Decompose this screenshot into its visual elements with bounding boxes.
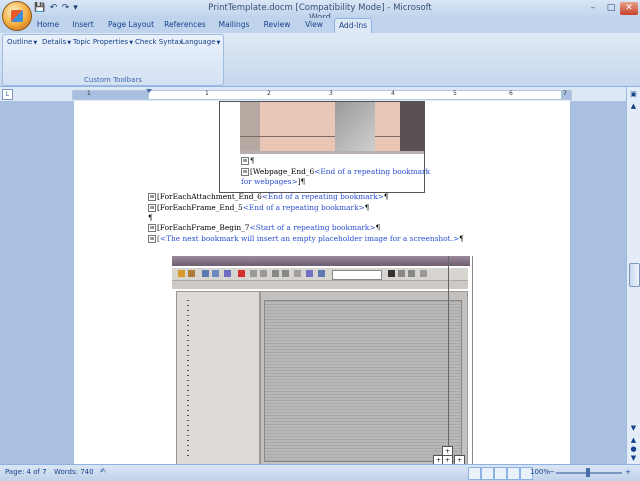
bookmark-frame-begin[interactable]: ⊞ [ForEachFrame_Begin_7<Start of a repeat… (148, 223, 380, 232)
topic-properties-menu[interactable]: Topic Properties▼ (73, 38, 133, 46)
page-count[interactable]: Page: 4 of 7 (5, 468, 47, 476)
ruler-view-icon[interactable]: ▣ (628, 89, 639, 100)
details-menu[interactable]: Details▼ (42, 38, 71, 46)
embedded-image-1[interactable]: ⊞ ¶ ⊞ [Webpage_End_6<End of a repeating bo… (219, 101, 430, 193)
image-left-pane (176, 291, 260, 465)
topic-properties-label: Topic Properties (73, 38, 129, 46)
minimize-button[interactable]: – (584, 2, 602, 15)
chevron-down-icon: ▼ (33, 40, 38, 46)
anchor-icon: ⊞ (148, 193, 156, 201)
scroll-down-button[interactable]: ▼ (628, 423, 639, 434)
qat-customize-icon[interactable]: ▾ (70, 3, 81, 14)
outline-menu[interactable]: Outline▼ (7, 38, 37, 46)
anchor-line: ⊞ ¶ (241, 156, 255, 165)
image-preview (240, 102, 424, 154)
tab-view[interactable]: View (300, 18, 328, 32)
tab-mailings[interactable]: Mailings (214, 18, 254, 32)
ruler-number: 3 (329, 90, 333, 97)
details-menu-label: Details (42, 38, 67, 46)
outline-view-button[interactable] (507, 467, 520, 480)
chevron-down-icon: ▼ (67, 40, 72, 46)
image-titlebar (172, 256, 470, 266)
tab-home[interactable]: Home (34, 18, 62, 32)
image-toolbar (172, 268, 468, 281)
tab-selector-icon[interactable]: L (2, 89, 13, 100)
tab-add-ins[interactable]: Add-Ins (334, 18, 372, 33)
print-layout-view-button[interactable] (468, 467, 481, 480)
placeholder-note[interactable]: ⊞ [<The next bookmark will insert an empt… (148, 234, 464, 243)
anchor-icon: ⊞ (148, 204, 156, 212)
proofing-icon[interactable]: ✍ (100, 467, 106, 475)
full-screen-reading-button[interactable] (481, 467, 494, 480)
office-button[interactable] (2, 1, 32, 31)
bookmark-webpage-end-cont: for webpages>]¶ (241, 177, 306, 186)
zoom-slider-thumb[interactable] (586, 468, 590, 477)
web-layout-button[interactable] (494, 467, 507, 480)
indent-marker[interactable] (146, 89, 152, 93)
ruler-number: 5 (453, 90, 457, 97)
word-count[interactable]: Words: 740 (54, 468, 94, 476)
ruler-number: 6 (509, 90, 513, 97)
ruler-left-margin (73, 91, 149, 99)
embedded-screenshot-image[interactable]: + + + + (172, 256, 473, 466)
tab-references[interactable]: References (162, 18, 208, 32)
custom-toolbars-group: Outline▼ Details▼ Topic Properties▼ Chec… (2, 34, 224, 86)
office-logo-icon (11, 10, 23, 22)
maximize-button[interactable]: □ (602, 2, 620, 15)
scroll-thumb[interactable] (629, 263, 640, 287)
bookmark-frame-end[interactable]: ⊞ [ForEachFrame_End_5<End of a repeating … (148, 203, 369, 212)
check-syntax-button[interactable]: Check Syntax (135, 38, 183, 46)
tab-insert[interactable]: Insert (68, 18, 98, 32)
status-bar: Page: 4 of 7 Words: 740 ✍ 100% − + (0, 464, 640, 481)
language-menu-label: Language (181, 38, 216, 46)
scroll-up-button[interactable]: ▲ (628, 101, 639, 112)
zoom-out-button[interactable]: − (549, 468, 555, 476)
ribbon-tabs: Home Insert Page Layout References Maili… (0, 18, 640, 33)
undo-icon[interactable]: ↶ (48, 3, 59, 14)
anchor-icon: ⊞ (148, 235, 156, 243)
ribbon: Outline▼ Details▼ Topic Properties▼ Chec… (0, 33, 640, 87)
vertical-scrollbar[interactable]: ▣ ▲ ▼ ▲ ● ▼ (626, 87, 640, 464)
ruler-number: 4 (391, 90, 395, 97)
ruler-bar: L 1 1 2 3 4 5 6 7 (0, 87, 640, 101)
close-button[interactable]: ✕ (620, 2, 638, 15)
tab-page-layout[interactable]: Page Layout (104, 18, 158, 32)
empty-paragraph[interactable]: ¶ (148, 213, 153, 222)
tab-review[interactable]: Review (260, 18, 294, 32)
ruler-number: 1 (205, 90, 209, 97)
ruler-number: 7 (563, 90, 567, 97)
ruler-number: 1 (87, 90, 91, 97)
save-icon[interactable]: 💾 (34, 3, 45, 14)
anchor-icon: ⊞ (148, 224, 156, 232)
horizontal-ruler[interactable]: 1 1 2 3 4 5 6 7 (72, 89, 572, 100)
next-page-button[interactable]: ▼ (628, 453, 639, 464)
bookmark-webpage-end: ⊞ [Webpage_End_6<End of a repeating bookm… (241, 167, 431, 176)
anchor-icon: ⊞ (241, 168, 249, 176)
title-bar: 💾 ↶ ↷ ▾ PrintTemplate.docm [Compatibilit… (0, 0, 640, 23)
bookmark-attachment-end[interactable]: ⊞ [ForEachAttachment_End_6<End of a repea… (148, 192, 389, 201)
ruler-number: 2 (267, 90, 271, 97)
zoom-in-button[interactable]: + (625, 468, 631, 476)
anchor-icon: ⊞ (241, 157, 249, 165)
outline-menu-label: Outline (7, 38, 33, 46)
chevron-down-icon: ▼ (129, 40, 134, 46)
chevron-down-icon: ▼ (216, 40, 221, 46)
zoom-level[interactable]: 100% (530, 468, 550, 476)
group-label: Custom Toolbars (84, 76, 142, 84)
language-menu[interactable]: Language▼ (181, 38, 220, 46)
